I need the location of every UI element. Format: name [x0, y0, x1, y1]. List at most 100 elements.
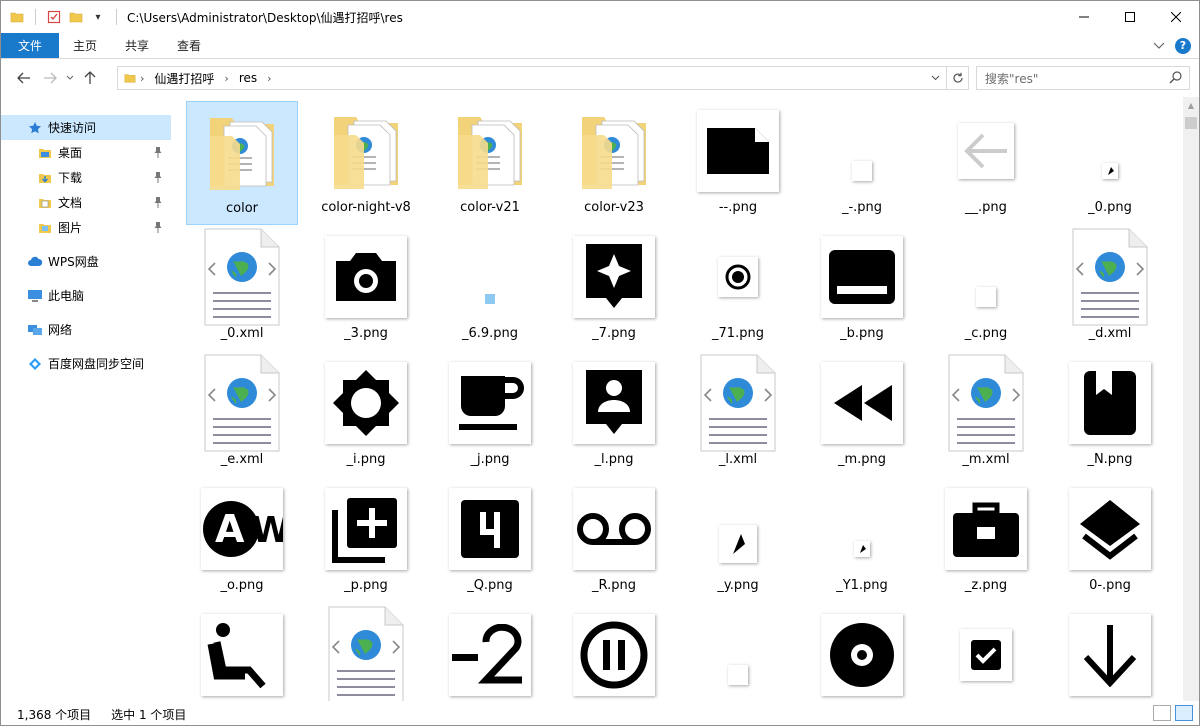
file-item[interactable]: _e.xml [186, 353, 298, 477]
folder-icon [192, 104, 292, 200]
nav-downloads[interactable]: 下载 [1, 165, 171, 190]
pause-circle-icon [564, 607, 664, 701]
help-icon[interactable]: ? [1175, 37, 1191, 54]
search-icon[interactable] [1169, 70, 1183, 87]
pin-icon[interactable] [153, 221, 163, 233]
nav-baidu-sync[interactable]: 百度网盘同步空间 [1, 351, 171, 376]
breadcrumb-item[interactable]: 仙遇打招呼 [148, 70, 220, 87]
file-item[interactable]: _y.png [682, 479, 794, 603]
file-item[interactable]: _7.png [558, 227, 670, 351]
customize-toolbar-icon[interactable]: ▾ [90, 9, 106, 25]
minimize-icon [1079, 16, 1089, 18]
nav-network[interactable]: 网络 [1, 317, 171, 342]
pin-icon[interactable] [153, 146, 163, 158]
file-item[interactable]: _71.png [682, 227, 794, 351]
file-item[interactable]: _3.png [310, 227, 422, 351]
pin-icon[interactable] [153, 171, 163, 183]
breadcrumb-chevron-icon[interactable]: › [220, 72, 232, 85]
file-item[interactable]: _i.png [310, 353, 422, 477]
address-dropdown-icon[interactable] [926, 67, 944, 89]
file-item[interactable]: _p.png [310, 479, 422, 603]
expand-ribbon-chevron-icon[interactable] [1153, 39, 1165, 53]
pin-icon[interactable] [153, 196, 163, 208]
tab-view[interactable]: 查看 [163, 33, 215, 58]
file-item[interactable]: _0.png [1054, 101, 1166, 225]
properties-icon[interactable] [46, 9, 62, 25]
details-view-icon[interactable] [1153, 705, 1171, 721]
file-item[interactable] [558, 605, 670, 701]
view-switcher [1153, 705, 1193, 721]
file-item[interactable]: _N.png [1054, 353, 1166, 477]
file-item[interactable]: _j.png [434, 353, 546, 477]
address-bar[interactable]: › 仙遇打招呼 › res › [117, 66, 969, 90]
back-button[interactable] [11, 65, 37, 91]
file-item[interactable]: __.png [930, 101, 1042, 225]
file-item[interactable]: 0-.png [1054, 479, 1166, 603]
refresh-icon[interactable] [946, 67, 968, 89]
file-item[interactable]: --.png [682, 101, 794, 225]
folder-item[interactable]: color [186, 101, 298, 225]
new-folder-icon[interactable] [68, 9, 84, 25]
file-item[interactable] [930, 605, 1042, 701]
search-input[interactable]: 搜索"res" [976, 66, 1190, 90]
breadcrumb-item[interactable]: res [233, 71, 263, 85]
scrollbar-thumb[interactable] [1185, 117, 1197, 129]
xml-file-icon [192, 228, 292, 326]
file-item[interactable]: _R.png [558, 479, 670, 603]
file-item[interactable]: _Y1.png [806, 479, 918, 603]
file-name: _0.png [1088, 200, 1132, 215]
file-item[interactable]: _l.xml [682, 353, 794, 477]
file-item[interactable] [806, 605, 918, 701]
file-item[interactable] [434, 605, 546, 701]
minimize-button[interactable] [1061, 1, 1107, 33]
nav-pictures[interactable]: 图片 [1, 215, 171, 240]
folder-item[interactable]: color-night-v8 [310, 101, 422, 225]
breadcrumb-chevron-icon[interactable]: › [136, 72, 148, 85]
subtitles-icon [812, 229, 912, 325]
file-item[interactable]: _m.xml [930, 353, 1042, 477]
forward-arrow-icon [44, 72, 57, 84]
close-button[interactable] [1153, 1, 1199, 33]
folder-item[interactable]: color-v21 [434, 101, 546, 225]
file-item[interactable] [186, 605, 298, 701]
file-item[interactable]: _z.png [930, 479, 1042, 603]
nav-desktop[interactable]: 桌面 [1, 140, 171, 165]
breadcrumb-chevron-icon[interactable]: › [263, 72, 275, 85]
file-item[interactable]: _d.xml [1054, 227, 1166, 351]
large-icons-view-icon[interactable] [1175, 705, 1193, 721]
file-item[interactable] [310, 605, 422, 701]
tab-file[interactable]: 文件 [1, 33, 60, 58]
nav-this-pc[interactable]: 此电脑 [1, 283, 171, 308]
scroll-up-icon[interactable]: ▲ [1183, 97, 1199, 113]
file-item[interactable]: _Q.png [434, 479, 546, 603]
digit-four-icon [440, 481, 540, 577]
up-button[interactable] [77, 65, 103, 91]
file-name: __.png [965, 200, 1007, 215]
vertical-scrollbar[interactable]: ▲ [1183, 97, 1199, 701]
folder-icon [440, 103, 540, 199]
file-item[interactable]: A W _o.png [186, 479, 298, 603]
tab-home[interactable]: 主页 [59, 33, 111, 58]
file-item[interactable] [682, 605, 794, 701]
baidu-sync-icon [27, 356, 43, 372]
folder-item[interactable]: color-v23 [558, 101, 670, 225]
forward-button[interactable] [37, 65, 63, 91]
arrow-down-icon [1060, 607, 1160, 701]
nav-documents[interactable]: 文档 [1, 190, 171, 215]
file-item[interactable]: _0.xml [186, 227, 298, 351]
nav-quick-access[interactable]: 快速访问 [1, 115, 171, 140]
folder-icon [124, 72, 136, 84]
file-item[interactable]: _6.9.png [434, 227, 546, 351]
file-item[interactable]: _m.png [806, 353, 918, 477]
file-item[interactable]: _-.png [806, 101, 918, 225]
recent-locations-button[interactable] [63, 65, 77, 91]
nav-item-label: 图片 [58, 221, 83, 235]
tab-share[interactable]: 共享 [111, 33, 163, 58]
maximize-button[interactable] [1107, 1, 1153, 33]
nav-wps-cloud[interactable]: WPS网盘 [1, 249, 171, 274]
file-item[interactable] [1054, 605, 1166, 701]
nav-item-label: 百度网盘同步空间 [48, 357, 145, 371]
file-item[interactable]: _c.png [930, 227, 1042, 351]
file-item[interactable]: _b.png [806, 227, 918, 351]
file-item[interactable]: _l.png [558, 353, 670, 477]
